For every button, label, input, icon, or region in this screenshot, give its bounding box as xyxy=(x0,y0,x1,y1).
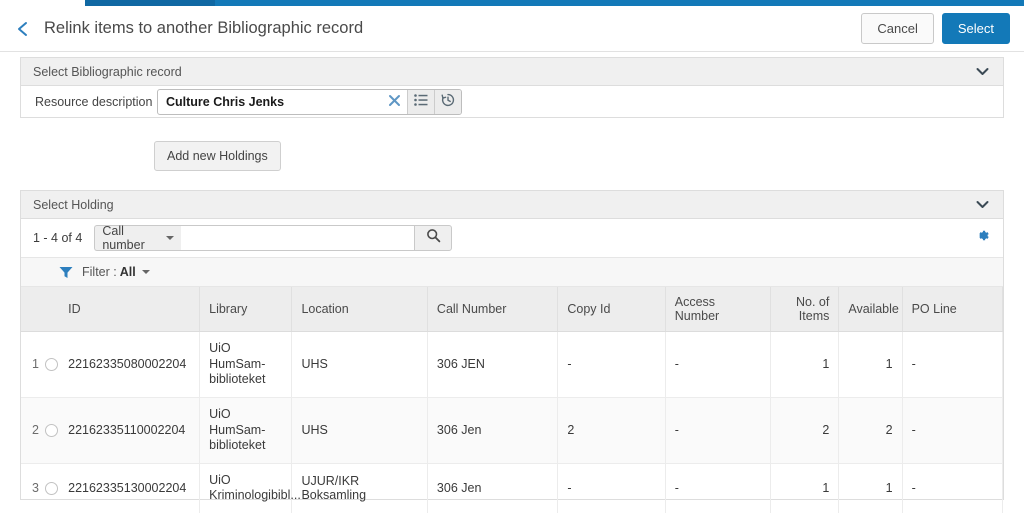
cell-copy-id: 2 xyxy=(557,397,666,464)
search-history-button[interactable] xyxy=(434,90,461,114)
browse-list-button[interactable] xyxy=(407,90,434,114)
row-radio[interactable] xyxy=(45,423,58,437)
column-header-available[interactable]: Available xyxy=(838,287,903,332)
page-header: Relink items to another Bibliographic re… xyxy=(0,6,1024,52)
holding-search-button[interactable] xyxy=(414,225,453,251)
chevron-down-icon xyxy=(166,236,175,240)
cell-location: UHS xyxy=(291,331,428,398)
resource-description-search-group xyxy=(157,89,462,115)
filter-value[interactable]: All xyxy=(120,265,136,279)
chevron-down-icon xyxy=(976,198,989,212)
cell-library: UiO HumSam-biblioteket xyxy=(199,397,293,464)
holding-panel-collapse-button[interactable] xyxy=(973,196,991,214)
cell-no-of-items: 1 xyxy=(770,331,840,398)
page-title: Relink items to another Bibliographic re… xyxy=(44,19,364,37)
select-button[interactable]: Select xyxy=(941,13,1010,44)
holding-search-input[interactable] xyxy=(181,225,415,251)
table-row[interactable]: 2 22162335110002204 UiO HumSam-bibliotek… xyxy=(21,397,1004,464)
cell-id: 22162335130002204 xyxy=(59,463,201,513)
app-page: Relink items to another Bibliographic re… xyxy=(0,0,1024,513)
column-header-copy-id[interactable]: Copy Id xyxy=(557,287,666,332)
cell-po-line: - xyxy=(902,331,1004,398)
column-header-location[interactable]: Location xyxy=(291,287,428,332)
holding-panel-header: Select Holding xyxy=(21,191,1003,219)
column-header-call-number[interactable]: Call Number xyxy=(427,287,559,332)
clear-search-button[interactable] xyxy=(381,90,407,114)
cell-library: UiO HumSam-biblioteket xyxy=(199,331,293,398)
cell-copy-id: - xyxy=(557,463,666,513)
cell-access-number: - xyxy=(665,463,772,513)
search-icon xyxy=(426,228,441,248)
cell-location: UJUR/IKR Boksamling xyxy=(291,463,428,513)
cell-location: UHS xyxy=(291,397,428,464)
holdings-table: ID Library Location Call Number Copy Id … xyxy=(21,287,1004,513)
bib-panel-body: Resource description xyxy=(21,86,1003,118)
cell-access-number: - xyxy=(665,397,772,464)
back-button[interactable] xyxy=(10,16,36,42)
cell-library: UiO Kriminologibibl... xyxy=(199,463,301,513)
cell-id: 22162335110002204 xyxy=(59,397,201,464)
add-new-holdings-button[interactable]: Add new Holdings xyxy=(154,141,281,171)
bib-panel-header: Select Bibliographic record xyxy=(21,58,1003,86)
table-header-row: ID Library Location Call Number Copy Id … xyxy=(21,287,1004,332)
table-row[interactable]: 3 22162335130002204 UiO Kriminologibibl.… xyxy=(21,463,1004,513)
cell-access-number: - xyxy=(665,331,772,398)
row-number: 2 xyxy=(32,423,39,438)
chevron-down-icon xyxy=(976,65,989,79)
cell-no-of-items: 1 xyxy=(770,463,840,513)
row-number: 1 xyxy=(32,357,39,372)
column-header-id[interactable]: ID xyxy=(59,287,201,332)
chevron-down-icon[interactable] xyxy=(141,270,150,274)
holdings-table-body: 1 22162335080002204 UiO HumSam-bibliotek… xyxy=(21,331,1004,513)
chevron-left-icon xyxy=(16,20,30,38)
resource-description-label: Resource description xyxy=(35,95,153,109)
cell-available: 1 xyxy=(838,463,903,513)
holding-panel-title: Select Holding xyxy=(33,197,114,212)
results-count: 1 - 4 of 4 xyxy=(33,231,83,245)
cell-available: 1 xyxy=(838,331,903,398)
holding-toolbar: 1 - 4 of 4 Call number xyxy=(21,219,1003,257)
cell-no-of-items: 2 xyxy=(770,397,840,464)
search-index-value: Call number xyxy=(102,224,145,252)
table-settings-button[interactable] xyxy=(974,227,991,249)
column-header-select xyxy=(21,287,60,332)
cell-call-number: 306 JEN xyxy=(427,331,559,398)
select-holding-panel: Select Holding 1 - 4 of 4 Call number Fi… xyxy=(20,190,1004,513)
select-bibliographic-record-panel: Select Bibliographic record Resource des… xyxy=(20,57,1004,118)
table-row[interactable]: 1 22162335080002204 UiO HumSam-bibliotek… xyxy=(21,331,1004,398)
row-radio[interactable] xyxy=(45,481,58,495)
cell-available: 2 xyxy=(838,397,903,464)
row-select-cell: 2 xyxy=(21,397,60,464)
bib-panel-title: Select Bibliographic record xyxy=(33,64,182,79)
list-icon xyxy=(414,93,428,111)
filter-label: Filter : xyxy=(82,265,117,279)
column-header-access-number[interactable]: Access Number xyxy=(665,287,772,332)
cell-po-line: - xyxy=(902,397,1004,464)
bib-panel-collapse-button[interactable] xyxy=(973,63,991,81)
cell-call-number: 306 Jen xyxy=(427,463,559,513)
row-radio[interactable] xyxy=(45,357,58,371)
filter-funnel-icon xyxy=(59,266,73,279)
column-header-po-line[interactable]: PO Line xyxy=(902,287,1004,332)
gear-icon xyxy=(974,227,991,249)
close-x-icon xyxy=(388,94,401,111)
cell-call-number: 306 Jen xyxy=(427,397,559,464)
cell-id: 22162335080002204 xyxy=(59,331,201,398)
row-select-cell: 3 xyxy=(21,463,60,513)
cell-po-line: - xyxy=(902,463,1004,513)
cancel-button[interactable]: Cancel xyxy=(861,13,934,44)
column-header-library[interactable]: Library xyxy=(199,287,293,332)
history-clock-icon xyxy=(441,93,455,112)
row-select-cell: 1 xyxy=(21,331,60,398)
row-number: 3 xyxy=(32,481,39,496)
filter-bar: Filter : All xyxy=(21,257,1003,287)
cell-copy-id: - xyxy=(557,331,666,398)
search-index-select[interactable]: Call number xyxy=(94,224,182,252)
column-header-no-of-items[interactable]: No. of Items xyxy=(770,287,840,332)
resource-description-input[interactable] xyxy=(158,90,381,114)
